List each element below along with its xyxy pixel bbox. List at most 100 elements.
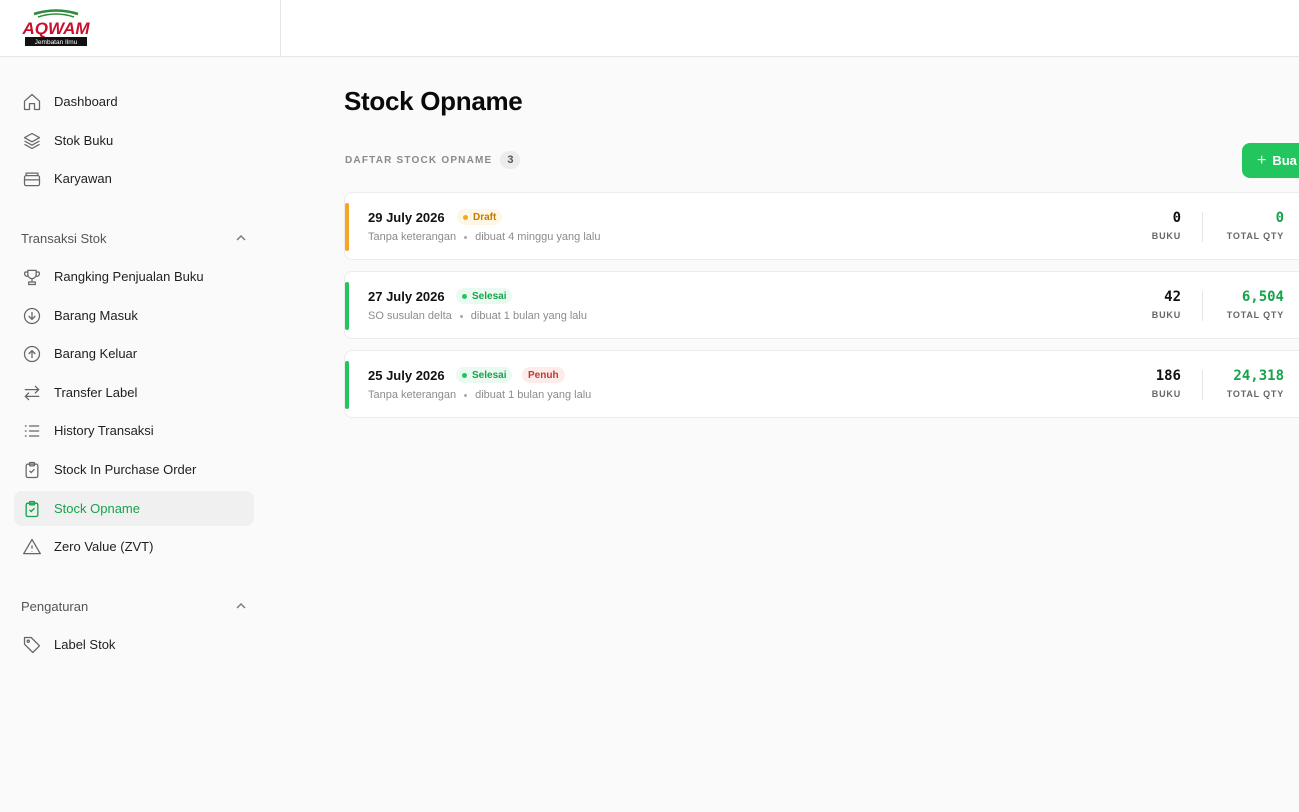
stock-opname-row[interactable]: 25 July 2026 Selesai Penuh Tanpa keteran…: [344, 350, 1299, 418]
sidebar-item-label: Barang Masuk: [54, 308, 138, 323]
sidebar-item-label: Stock Opname: [54, 501, 140, 516]
page-title: Stock Opname: [344, 86, 523, 116]
status-indicator-bar: [345, 282, 349, 330]
qty-caption: TOTAL QTY: [1226, 310, 1284, 320]
arrow-down-circle-icon: [21, 305, 43, 327]
logo-area: AQWAM Jembatan Ilmu: [0, 0, 281, 56]
create-stock-opname-button[interactable]: + Bua: [1242, 143, 1299, 178]
section-label: Pengaturan: [21, 598, 89, 614]
sidebar-item-stok-buku[interactable]: Stok Buku: [14, 123, 254, 158]
books-caption: BUKU: [1151, 389, 1181, 399]
books-caption: BUKU: [1151, 310, 1181, 320]
opname-meta: Tanpa keterangan dibuat 1 bulan yang lal…: [368, 389, 591, 401]
sidebar-item-history-transaksi[interactable]: History Transaksi: [14, 413, 254, 448]
top-header: AQWAM Jembatan Ilmu: [0, 0, 1299, 57]
opname-date: 27 July 2026: [368, 289, 445, 304]
section-transaksi-stok[interactable]: Transaksi Stok: [21, 228, 247, 248]
sidebar-item-transfer-label[interactable]: Transfer Label: [14, 375, 254, 410]
list-label: DAFTAR STOCK OPNAME: [345, 154, 493, 166]
sidebar-item-label: Transfer Label: [54, 385, 138, 400]
sidebar-item-dashboard[interactable]: Dashboard: [14, 84, 254, 119]
sidebar-item-stock-in-po[interactable]: Stock In Purchase Order: [14, 452, 254, 487]
opname-note: Tanpa keterangan: [368, 231, 457, 243]
stat-divider: [1202, 291, 1203, 321]
home-icon: [21, 91, 43, 113]
total-qty: 24,318: [1233, 368, 1284, 384]
status-badge: Draft: [457, 209, 503, 225]
sidebar-item-label: Stock In Purchase Order: [54, 462, 197, 477]
books-stat: 42 BUKU: [1121, 289, 1181, 320]
sidebar-item-label: Karyawan: [54, 171, 112, 186]
sidebar-item-karyawan[interactable]: Karyawan: [14, 161, 254, 196]
count-badge: 3: [500, 151, 521, 169]
qty-stat: 0 TOTAL QTY: [1204, 210, 1284, 241]
trophy-icon: [21, 266, 43, 288]
status-indicator-bar: [345, 361, 349, 409]
books-count: 186: [1155, 368, 1181, 384]
sidebar-item-rangking-penjualan[interactable]: Rangking Penjualan Buku: [14, 259, 254, 294]
status-text: Draft: [473, 211, 497, 223]
sidebar-item-label: Rangking Penjualan Buku: [54, 269, 204, 284]
logo-text: AQWAM: [21, 19, 90, 38]
sidebar-item-label: Stok Buku: [54, 133, 114, 148]
clipboard-icon: [21, 459, 43, 481]
opname-created: dibuat 4 minggu yang lalu: [475, 231, 601, 243]
clipboard-check-icon: [21, 498, 43, 520]
separator-dot-icon: [464, 393, 468, 397]
create-button-label: Bua: [1272, 153, 1297, 168]
aqwam-logo[interactable]: AQWAM Jembatan Ilmu: [20, 8, 92, 48]
opname-meta: SO susulan delta dibuat 1 bulan yang lal…: [368, 310, 587, 322]
qty-caption: TOTAL QTY: [1226, 231, 1284, 241]
status-indicator-bar: [345, 203, 349, 251]
stat-divider: [1202, 212, 1203, 242]
status-dot-icon: [462, 293, 467, 299]
books-count: 42: [1164, 289, 1181, 305]
total-qty: 0: [1275, 210, 1284, 226]
status-dot-icon: [462, 372, 467, 378]
qty-caption: TOTAL QTY: [1226, 389, 1284, 399]
books-stat: 0 BUKU: [1121, 210, 1181, 241]
sidebar-item-label: Zero Value (ZVT): [54, 539, 154, 554]
arrow-up-circle-icon: [21, 343, 43, 365]
status-text: Selesai: [472, 290, 507, 302]
chevron-up-icon: [236, 235, 246, 241]
opname-created: dibuat 1 bulan yang lalu: [475, 389, 592, 401]
status-badge: Selesai: [456, 288, 513, 304]
layers-icon: [21, 130, 43, 152]
arrows-swap-icon: [21, 382, 43, 404]
penuh-badge: Penuh: [522, 367, 565, 383]
separator-dot-icon: [464, 235, 468, 239]
section-label: Transaksi Stok: [21, 230, 107, 246]
status-text: Selesai: [472, 369, 507, 381]
qty-stat: 24,318 TOTAL QTY: [1204, 368, 1284, 399]
stock-opname-row[interactable]: 29 July 2026 Draft Tanpa keterangan dibu…: [344, 192, 1299, 260]
sidebar-item-label: Barang Keluar: [54, 346, 138, 361]
opname-date: 25 July 2026: [368, 368, 445, 383]
stat-divider: [1202, 370, 1203, 400]
logo-tagline: Jembatan Ilmu: [35, 39, 78, 46]
sidebar-item-label-stok[interactable]: Label Stok: [14, 627, 254, 662]
chevron-up-icon: [236, 603, 246, 609]
opname-date: 29 July 2026: [368, 210, 445, 225]
list-header: DAFTAR STOCK OPNAME 3: [345, 150, 521, 170]
opname-note: SO susulan delta: [368, 310, 452, 322]
total-qty: 6,504: [1241, 289, 1284, 305]
books-stat: 186 BUKU: [1121, 368, 1181, 399]
status-badge: Selesai: [456, 367, 513, 383]
sidebar-item-label: History Transaksi: [54, 423, 154, 438]
tag-icon: [21, 634, 43, 656]
sidebar-item-label: Label Stok: [54, 637, 116, 652]
stock-opname-row[interactable]: 27 July 2026 Selesai SO susulan delta di…: [344, 271, 1299, 339]
books-count: 0: [1172, 210, 1181, 226]
status-dot-icon: [463, 214, 468, 220]
section-pengaturan[interactable]: Pengaturan: [21, 596, 247, 616]
sidebar-item-barang-keluar[interactable]: Barang Keluar: [14, 336, 254, 371]
sidebar-item-zero-value[interactable]: Zero Value (ZVT): [14, 529, 254, 564]
list-icon: [21, 420, 43, 442]
sidebar-item-stock-opname[interactable]: Stock Opname: [14, 491, 254, 526]
qty-stat: 6,504 TOTAL QTY: [1204, 289, 1284, 320]
books-caption: BUKU: [1151, 231, 1181, 241]
sidebar-item-barang-masuk[interactable]: Barang Masuk: [14, 298, 254, 333]
opname-meta: Tanpa keterangan dibuat 4 minggu yang la…: [368, 231, 600, 243]
sidebar-item-label: Dashboard: [54, 94, 118, 109]
